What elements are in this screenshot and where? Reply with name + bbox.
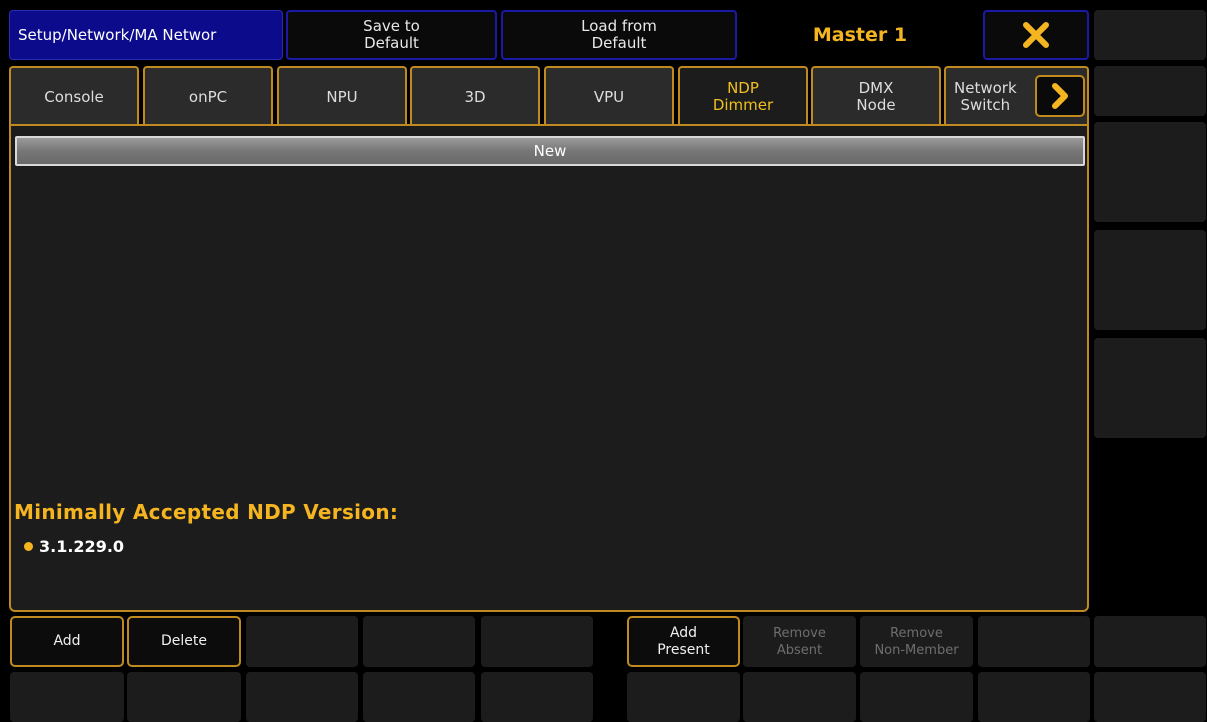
chevron-right-icon (1052, 83, 1068, 109)
bullet-icon (24, 542, 33, 551)
ndp-version-heading: Minimally Accepted NDP Version: (14, 500, 399, 524)
empty-cell (978, 616, 1090, 667)
tab-npu[interactable]: NPU (277, 66, 407, 126)
tabs-next-button[interactable] (1035, 75, 1085, 117)
empty-cell (860, 672, 973, 722)
tab-ndp-dimmer[interactable]: NDP Dimmer (678, 66, 808, 126)
add-button[interactable]: Add (10, 616, 124, 667)
tab-vpu[interactable]: VPU (544, 66, 674, 126)
delete-button[interactable]: Delete (127, 616, 241, 667)
tab-dmx-node[interactable]: DMX Node (811, 66, 941, 126)
ndp-version-row: 3.1.229.0 (24, 537, 124, 556)
side-cell-1 (1094, 10, 1206, 60)
tab-onpc[interactable]: onPC (143, 66, 273, 126)
empty-cell (363, 672, 475, 722)
empty-cell (743, 672, 856, 722)
empty-cell (246, 672, 358, 722)
side-cell-3 (1094, 122, 1206, 222)
load-from-default-button[interactable]: Load from Default (501, 10, 737, 60)
empty-cell (246, 616, 358, 667)
empty-cell (627, 672, 740, 722)
tab-console[interactable]: Console (9, 66, 139, 126)
close-icon (1023, 22, 1049, 48)
empty-cell (363, 616, 475, 667)
empty-cell (481, 672, 593, 722)
empty-cell (127, 672, 241, 722)
window-title: Setup/Network/MA Networ (9, 10, 283, 60)
remove-non-member-button[interactable]: Remove Non-Member (860, 616, 973, 667)
tab-3d[interactable]: 3D (410, 66, 540, 126)
ndp-version-value: 3.1.229.0 (39, 537, 125, 556)
empty-cell (10, 672, 124, 722)
remove-absent-button[interactable]: Remove Absent (743, 616, 856, 667)
master-label: Master 1 (812, 23, 908, 46)
empty-cell (978, 672, 1090, 722)
side-cell-4 (1094, 230, 1206, 330)
empty-cell (1094, 672, 1206, 722)
save-to-default-button[interactable]: Save to Default (286, 10, 497, 60)
side-cell-2 (1094, 66, 1206, 116)
add-present-button[interactable]: Add Present (627, 616, 740, 667)
empty-cell (1094, 616, 1206, 667)
new-button[interactable]: New (15, 136, 1085, 166)
side-cell-5 (1094, 338, 1206, 438)
ndp-panel (9, 124, 1089, 612)
empty-cell (481, 616, 593, 667)
close-button[interactable] (983, 10, 1089, 60)
